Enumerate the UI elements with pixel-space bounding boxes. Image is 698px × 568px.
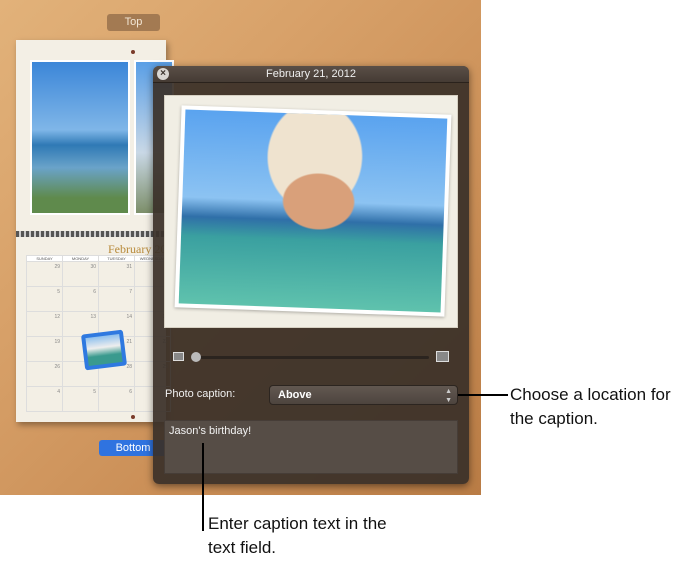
calendar-week-row: 5678	[26, 286, 171, 312]
calendar-day[interactable]: 5	[62, 386, 99, 412]
callout-line	[202, 443, 204, 531]
photo-caption-label: Photo caption:	[165, 388, 236, 400]
small-photo-icon[interactable]	[173, 352, 184, 361]
calendar-day[interactable]: 4	[26, 386, 63, 412]
zoom-slider[interactable]	[173, 351, 449, 363]
calendar-day[interactable]: 5	[26, 286, 63, 312]
photo-info-panel: × February 21, 2012 Photo caption: Above…	[153, 66, 469, 484]
calendar-day[interactable]: 26	[26, 361, 63, 387]
spiral-binding	[16, 231, 166, 237]
calendar-week-row: 2930311	[26, 261, 171, 287]
panel-title: February 21, 2012	[266, 68, 356, 80]
page-marker	[131, 415, 135, 419]
callout-caption-text: Enter caption text in the text field.	[208, 514, 387, 557]
calendar-day[interactable]: 29	[26, 261, 63, 287]
calendar-day[interactable]: 30	[62, 261, 99, 287]
calendar-day[interactable]: 31	[98, 261, 135, 287]
page-marker	[131, 50, 135, 54]
caption-position-value: Above	[278, 389, 312, 401]
caption-position-select[interactable]: Above ▲ ▼	[269, 385, 458, 405]
calendar-photo[interactable]	[30, 60, 130, 215]
large-photo-icon[interactable]	[436, 351, 449, 362]
top-label: Top	[107, 14, 160, 31]
callout-line	[458, 394, 508, 396]
caption-text-field[interactable]: Jason's birthday!	[164, 420, 458, 474]
updown-chevron-icon: ▲ ▼	[445, 388, 452, 404]
calendar-day[interactable]: 7	[98, 286, 135, 312]
calendar-day[interactable]: 6	[62, 286, 99, 312]
panel-titlebar: × February 21, 2012	[153, 66, 469, 83]
calendar-day[interactable]: 12	[26, 311, 63, 337]
photo-frame	[164, 95, 458, 328]
slider-track[interactable]	[191, 356, 429, 359]
caption-text: Jason's birthday!	[169, 425, 252, 437]
photo[interactable]	[174, 105, 452, 317]
calendar-day[interactable]: 6	[98, 386, 135, 412]
slider-knob[interactable]	[191, 352, 201, 362]
close-icon[interactable]: ×	[157, 68, 169, 80]
calendar-week-row: 4567	[26, 386, 171, 412]
calendar-day[interactable]: 19	[26, 336, 63, 362]
callout-caption-location: Choose a location for the caption.	[510, 385, 671, 428]
caption-photo-thumbnail[interactable]	[80, 329, 128, 371]
